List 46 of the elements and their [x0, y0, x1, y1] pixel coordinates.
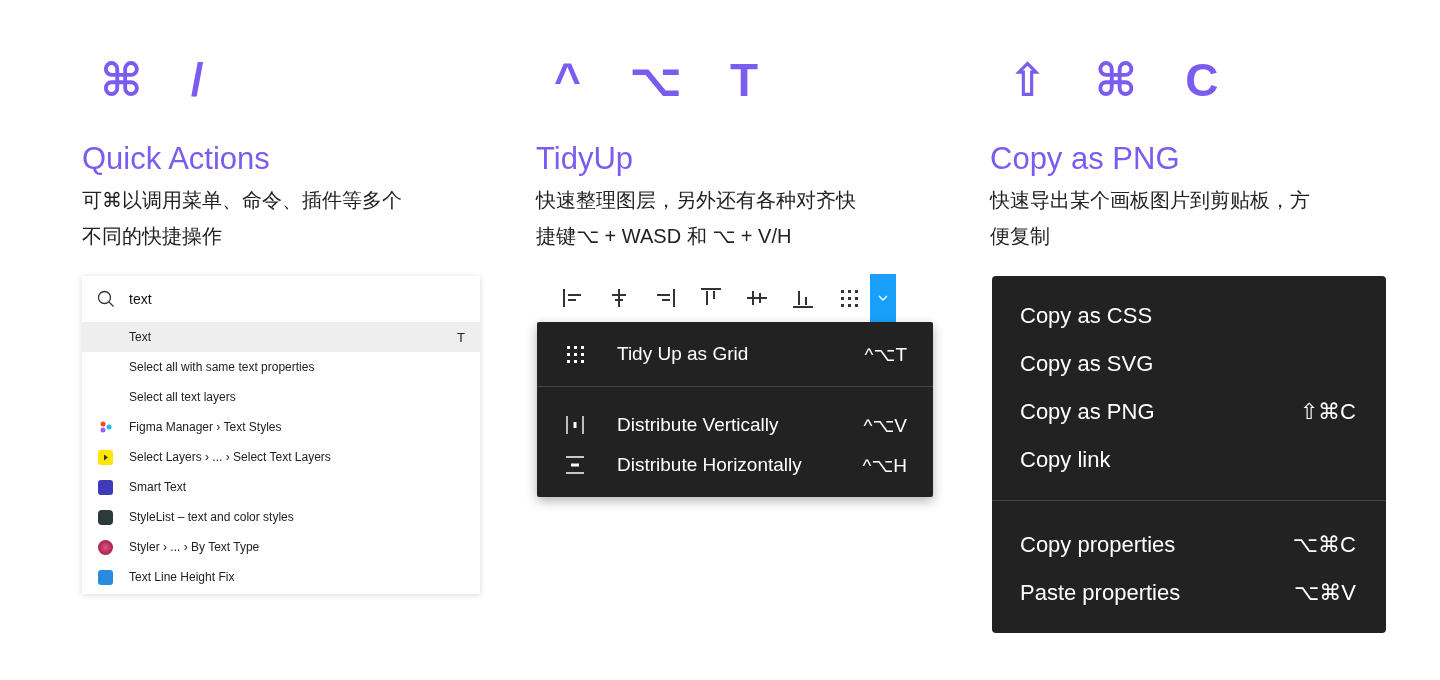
distribute-horizontal-icon — [565, 455, 585, 476]
feature-description: 可⌘以调用菜单、命令、插件等多个不同的快捷操作 — [82, 188, 403, 250]
plugin-icon — [98, 569, 113, 585]
menu-item[interactable]: Paste properties ⌥⌘V — [992, 569, 1386, 618]
shortcut-key: / — [190, 57, 204, 103]
result-item[interactable]: Text Line Height Fix — [82, 562, 480, 593]
shortcut-key: ^ — [554, 57, 581, 103]
align-left-icon[interactable] — [562, 287, 584, 310]
plugin-icon — [99, 421, 112, 434]
result-item[interactable]: Text T — [82, 322, 480, 353]
grid-dots-icon[interactable] — [838, 287, 860, 310]
result-item[interactable]: Select all text layers — [82, 382, 480, 413]
menu-item[interactable]: Tidy Up as Grid ^⌥T — [537, 334, 933, 375]
menu-item[interactable]: Copy as SVG — [992, 340, 1386, 389]
plugin-icon — [98, 509, 113, 525]
grid-dots-icon — [565, 344, 585, 365]
result-item[interactable]: Select all with same text properties — [82, 352, 480, 383]
feature-description: 快速导出某个画板图片到剪贴板，方便复制 — [990, 188, 1311, 250]
result-item[interactable]: Select Layers › ... › Select Text Layers — [82, 442, 480, 473]
plugin-icon — [98, 479, 113, 495]
shortcut-key: ⌥ — [628, 57, 682, 103]
shortcut-key: C — [1185, 57, 1219, 103]
align-right-icon[interactable] — [654, 287, 676, 310]
menu-item[interactable]: Copy as PNG ⇧⌘C — [992, 388, 1386, 437]
menu-item[interactable]: Distribute Vertically ^⌥V — [537, 405, 933, 446]
feature-title: Quick Actions — [82, 142, 271, 177]
search-icon — [97, 290, 115, 309]
menu-item[interactable]: Copy link — [992, 436, 1386, 485]
feature-title: Copy as PNG — [990, 142, 1181, 177]
feature-title: TidyUp — [536, 142, 635, 177]
result-item[interactable]: StyleList – text and color styles — [82, 502, 480, 533]
plugin-icon — [98, 449, 113, 465]
shortcut-key: ⌘ — [100, 57, 143, 103]
menu-item[interactable]: Copy as CSS — [992, 292, 1386, 341]
shortcut-key: ⌘ — [1094, 57, 1138, 103]
shortcut-key: ⇧ — [1008, 57, 1047, 103]
result-item[interactable]: Figma Manager › Text Styles — [82, 412, 480, 443]
chevron-down-icon — [878, 295, 888, 302]
feature-description: 快速整理图层，另外还有各种对齐快捷键⌥ + WASD 和 ⌥ + V/H — [536, 188, 857, 250]
shortcut-key: T — [729, 57, 758, 103]
result-item[interactable]: Styler › ... › By Text Type — [82, 532, 480, 563]
plugin-icon — [98, 539, 113, 555]
menu-item[interactable]: Copy properties ⌥⌘C — [992, 521, 1386, 570]
distribute-vertical-icon — [565, 415, 585, 436]
menu-item[interactable]: Distribute Horizontally ^⌥H — [537, 445, 933, 486]
result-item[interactable]: Smart Text — [82, 472, 480, 503]
